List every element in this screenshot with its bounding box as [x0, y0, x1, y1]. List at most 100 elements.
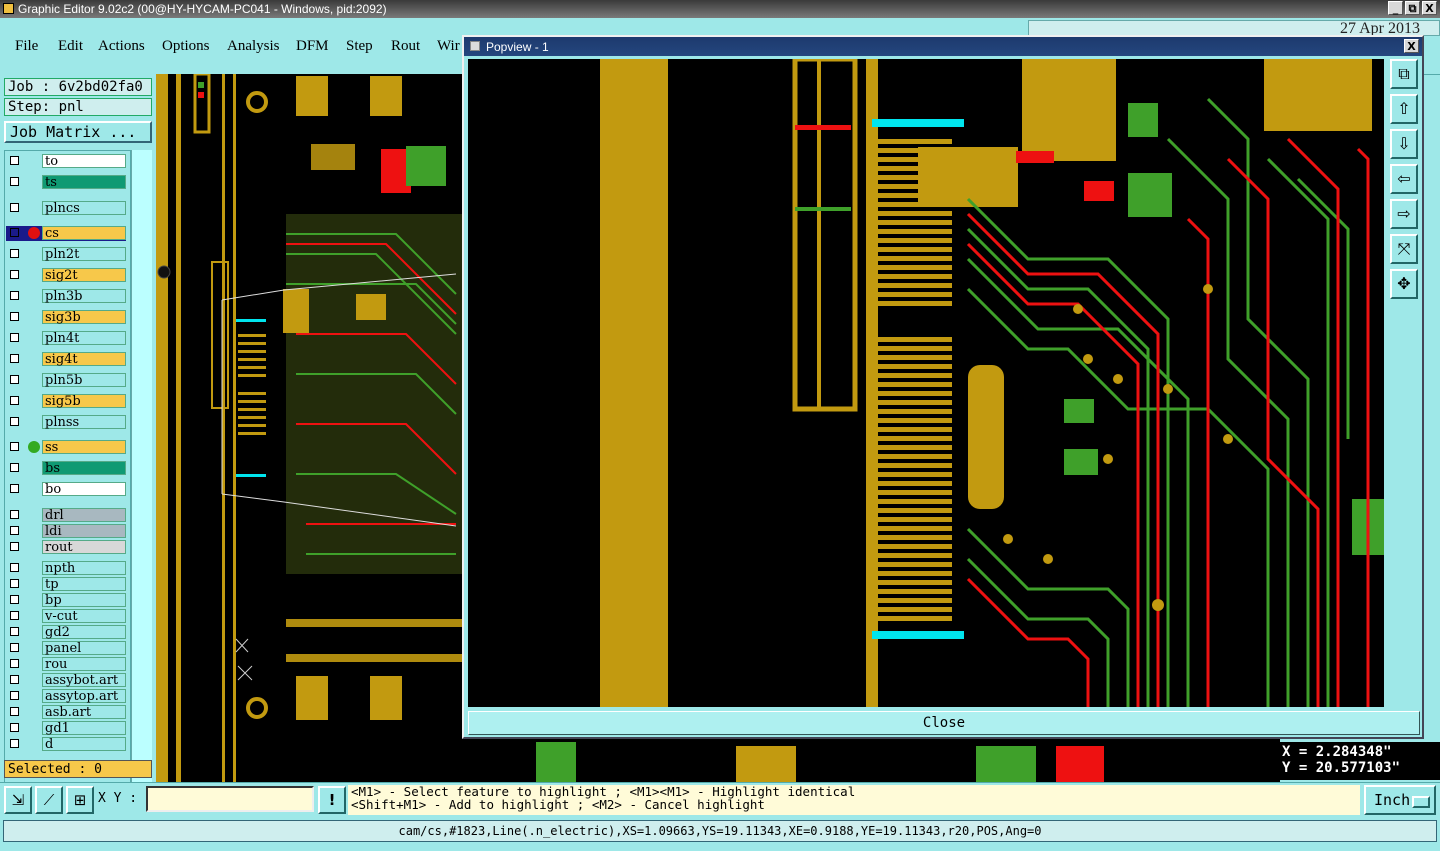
layer-name: to — [42, 154, 126, 168]
layer-row-plncs[interactable]: plncs — [6, 201, 126, 216]
layer-row-assybot.art[interactable]: assybot.art — [6, 673, 126, 688]
layer-checkbox[interactable] — [10, 510, 19, 519]
layer-checkbox[interactable] — [10, 312, 19, 321]
layer-row-gd2[interactable]: gd2 — [6, 625, 126, 640]
layer-row-d[interactable]: d — [6, 737, 126, 752]
menu-wire[interactable]: Wir — [437, 38, 460, 55]
layer-row-ts[interactable]: ts — [6, 175, 126, 190]
layer-row-pln4t[interactable]: pln4t — [6, 331, 126, 346]
popview-close-button[interactable]: Close — [468, 711, 1420, 735]
layer-checkbox[interactable] — [10, 643, 19, 652]
layer-checkbox[interactable] — [10, 228, 19, 237]
layer-row-rout[interactable]: rout — [6, 540, 126, 555]
connector-finger — [878, 526, 952, 531]
job-matrix-button[interactable]: Job Matrix ... — [4, 121, 152, 143]
pan-right-icon[interactable]: ⇨ — [1390, 199, 1418, 229]
connector-finger — [878, 517, 952, 522]
layer-row-npth[interactable]: npth — [6, 561, 126, 576]
zoom-in-icon[interactable]: ⤧ — [1390, 234, 1418, 264]
connector-finger — [878, 364, 952, 369]
info-button[interactable]: ! — [318, 786, 346, 814]
menu-options[interactable]: Options — [162, 38, 210, 55]
layer-checkbox[interactable] — [10, 484, 19, 493]
layer-row-bp[interactable]: bp — [6, 593, 126, 608]
layer-row-assytop.art[interactable]: assytop.art — [6, 689, 126, 704]
snap-tool-icon[interactable]: ⇲ — [4, 786, 32, 814]
layer-checkbox[interactable] — [10, 463, 19, 472]
layer-checkbox[interactable] — [10, 249, 19, 258]
minimize-button[interactable]: _ — [1388, 1, 1403, 15]
layer-checkbox[interactable] — [10, 203, 19, 212]
layer-checkbox[interactable] — [10, 270, 19, 279]
layer-row-to[interactable]: to — [6, 154, 126, 169]
popview-close-icon[interactable]: X — [1404, 39, 1419, 53]
layer-row-sig5b[interactable]: sig5b — [6, 394, 126, 409]
zoom-fit-icon[interactable]: ⧉ — [1390, 59, 1418, 89]
unit-selector[interactable]: Inch — [1364, 785, 1436, 815]
close-window-button[interactable]: X — [1422, 1, 1437, 15]
layer-row-plnss[interactable]: plnss — [6, 415, 126, 430]
layer-checkbox[interactable] — [10, 707, 19, 716]
layer-checkbox[interactable] — [10, 739, 19, 748]
connector-finger — [878, 283, 952, 288]
layer-row-ldi[interactable]: ldi — [6, 524, 126, 539]
popview-canvas[interactable] — [468, 59, 1384, 707]
layer-checkbox[interactable] — [10, 627, 19, 636]
maximize-button[interactable]: ⧉ — [1405, 1, 1420, 15]
menu-rout[interactable]: Rout — [391, 38, 420, 55]
xy-input[interactable] — [146, 786, 314, 812]
layer-row-gd1[interactable]: gd1 — [6, 721, 126, 736]
layer-row-pln5b[interactable]: pln5b — [6, 373, 126, 388]
menu-step[interactable]: Step — [346, 38, 373, 55]
connector-finger — [878, 274, 952, 279]
layer-row-rou[interactable]: rou — [6, 657, 126, 672]
layer-row-cs[interactable]: cs — [6, 226, 126, 241]
connector-finger — [878, 301, 952, 306]
layer-row-v-cut[interactable]: v-cut — [6, 609, 126, 624]
layer-checkbox[interactable] — [10, 691, 19, 700]
layer-checkbox[interactable] — [10, 611, 19, 620]
layer-checkbox[interactable] — [10, 579, 19, 588]
menu-actions[interactable]: Actions — [98, 38, 145, 55]
layer-checkbox[interactable] — [10, 354, 19, 363]
zoom-out-icon[interactable]: ✥ — [1390, 269, 1418, 299]
layer-list-scrollbar[interactable] — [131, 150, 152, 802]
pan-left-icon[interactable]: ⇦ — [1390, 164, 1418, 194]
menu-file[interactable]: File — [15, 38, 38, 55]
layer-checkbox[interactable] — [10, 659, 19, 668]
layer-checkbox[interactable] — [10, 417, 19, 426]
layer-row-pln2t[interactable]: pln2t — [6, 247, 126, 262]
layer-row-asb.art[interactable]: asb.art — [6, 705, 126, 720]
grid-tool-icon[interactable]: ⊞ — [66, 786, 94, 814]
layer-checkbox[interactable] — [10, 291, 19, 300]
menu-analysis[interactable]: Analysis — [227, 38, 280, 55]
layer-checkbox[interactable] — [10, 156, 19, 165]
layer-checkbox[interactable] — [10, 563, 19, 572]
layer-checkbox[interactable] — [10, 595, 19, 604]
pan-up-icon[interactable]: ⇧ — [1390, 94, 1418, 124]
layer-checkbox[interactable] — [10, 177, 19, 186]
connector-finger — [878, 427, 952, 432]
layer-row-drl[interactable]: drl — [6, 508, 126, 523]
layer-row-sig4t[interactable]: sig4t — [6, 352, 126, 367]
layer-row-bo[interactable]: bo — [6, 482, 126, 497]
layer-checkbox[interactable] — [10, 526, 19, 535]
layer-checkbox[interactable] — [10, 542, 19, 551]
layer-row-sig3b[interactable]: sig3b — [6, 310, 126, 325]
layer-checkbox[interactable] — [10, 375, 19, 384]
layer-checkbox[interactable] — [10, 675, 19, 684]
layer-row-pln3b[interactable]: pln3b — [6, 289, 126, 304]
layer-row-bs[interactable]: bs — [6, 461, 126, 476]
measure-tool-icon[interactable]: ⟋ — [35, 786, 63, 814]
layer-checkbox[interactable] — [10, 723, 19, 732]
menu-dfm[interactable]: DFM — [296, 38, 329, 55]
layer-row-tp[interactable]: tp — [6, 577, 126, 592]
layer-row-panel[interactable]: panel — [6, 641, 126, 656]
layer-checkbox[interactable] — [10, 442, 19, 451]
layer-checkbox[interactable] — [10, 333, 19, 342]
menu-edit[interactable]: Edit — [58, 38, 83, 55]
pan-down-icon[interactable]: ⇩ — [1390, 129, 1418, 159]
layer-row-ss[interactable]: ss — [6, 440, 126, 455]
layer-checkbox[interactable] — [10, 396, 19, 405]
layer-row-sig2t[interactable]: sig2t — [6, 268, 126, 283]
